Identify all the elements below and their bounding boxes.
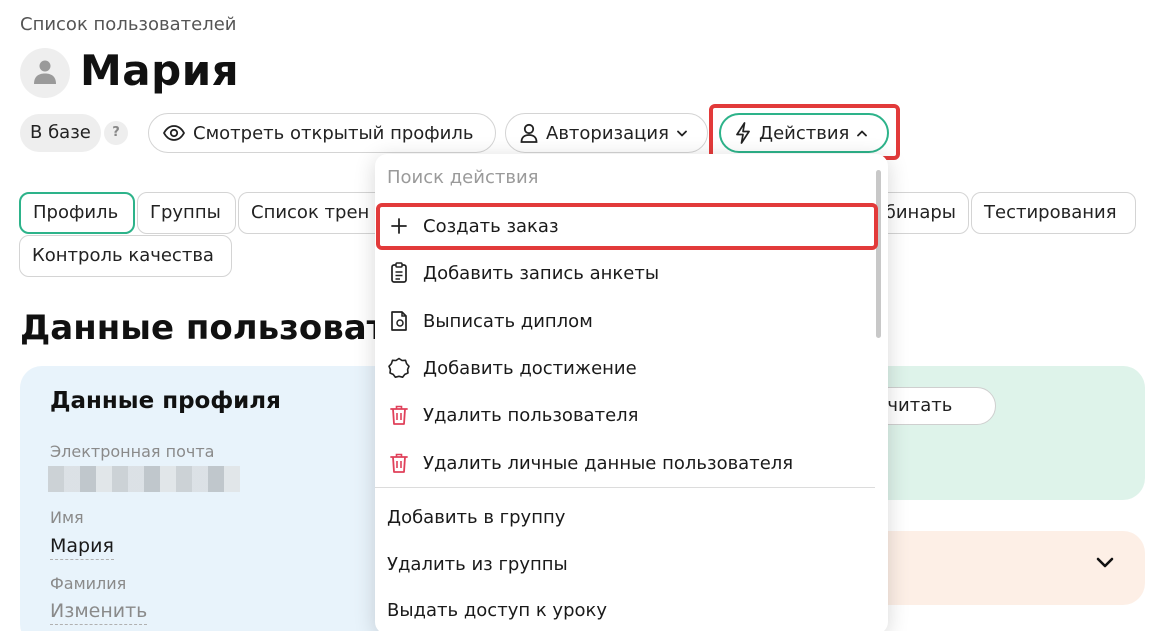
surname-label: Фамилия	[50, 574, 127, 593]
badge-icon	[388, 357, 410, 378]
authorization-button[interactable]: Авторизация	[505, 113, 708, 153]
add-achievement-item[interactable]: Добавить достижение	[375, 346, 875, 390]
help-icon[interactable]: ?	[104, 121, 128, 145]
add-survey-entry-label: Добавить запись анкеты	[423, 262, 660, 284]
chevron-down-icon[interactable]	[1096, 557, 1114, 569]
action-search-input[interactable]	[387, 167, 867, 188]
create-order-item[interactable]: Создать заказ	[375, 204, 875, 248]
actions-button[interactable]: Действия	[719, 113, 889, 153]
profile-card-title: Данные профиля	[50, 388, 281, 414]
tab-profile[interactable]: Профиль	[19, 192, 135, 234]
tab-quality[interactable]: Контроль качества	[19, 235, 232, 277]
view-public-profile-label: Смотреть открытый профиль	[193, 122, 474, 144]
actions-dropdown: Создать заказ Добавить запись анкеты Вып…	[375, 154, 888, 631]
remove-from-group-item[interactable]: Удалить из группы	[375, 542, 875, 586]
grant-lesson-access-item[interactable]: Выдать доступ к уроку	[375, 588, 875, 631]
issue-diploma-item[interactable]: Выписать диплом	[375, 299, 875, 343]
user-icon	[520, 123, 538, 143]
tab-groups[interactable]: Группы	[137, 192, 236, 234]
plus-icon	[391, 218, 407, 234]
diploma-icon	[391, 311, 407, 331]
actions-label: Действия	[759, 122, 850, 144]
breadcrumb[interactable]: Список пользователей	[20, 14, 237, 35]
view-public-profile-button[interactable]: Смотреть открытый профиль	[148, 113, 496, 153]
surname-edit-link[interactable]: Изменить	[50, 600, 148, 625]
page-title: Мария	[80, 46, 240, 95]
trash-icon	[390, 405, 408, 425]
add-achievement-label: Добавить достижение	[423, 357, 637, 379]
trash-icon	[390, 453, 408, 473]
add-to-group-item[interactable]: Добавить в группу	[375, 495, 875, 539]
tab-tests[interactable]: Тестирования	[971, 192, 1136, 234]
delete-personal-data-item[interactable]: Удалить личные данные пользователя	[375, 441, 875, 485]
add-survey-entry-item[interactable]: Добавить запись анкеты	[375, 251, 875, 295]
lightning-icon	[736, 122, 750, 144]
chevron-up-icon	[857, 130, 868, 136]
email-value-redacted	[48, 466, 240, 492]
issue-diploma-label: Выписать диплом	[423, 310, 593, 332]
status-badge: В базе	[20, 114, 101, 152]
name-label: Имя	[50, 508, 84, 527]
menu-divider	[375, 487, 875, 488]
delete-user-label: Удалить пользователя	[423, 404, 639, 426]
create-order-label: Создать заказ	[423, 215, 559, 237]
scrollbar[interactable]	[876, 170, 881, 338]
eye-icon	[163, 125, 185, 141]
section-title: Данные пользовател	[20, 308, 435, 348]
person-icon	[34, 60, 56, 84]
authorization-label: Авторизация	[546, 122, 669, 144]
email-label: Электронная почта	[50, 442, 215, 461]
name-value[interactable]: Мария	[50, 535, 114, 560]
delete-user-item[interactable]: Удалить пользователя	[375, 393, 875, 437]
delete-personal-data-label: Удалить личные данные пользователя	[423, 452, 794, 474]
avatar	[20, 48, 70, 98]
clipboard-icon	[391, 262, 407, 283]
chevron-down-icon	[677, 130, 687, 136]
